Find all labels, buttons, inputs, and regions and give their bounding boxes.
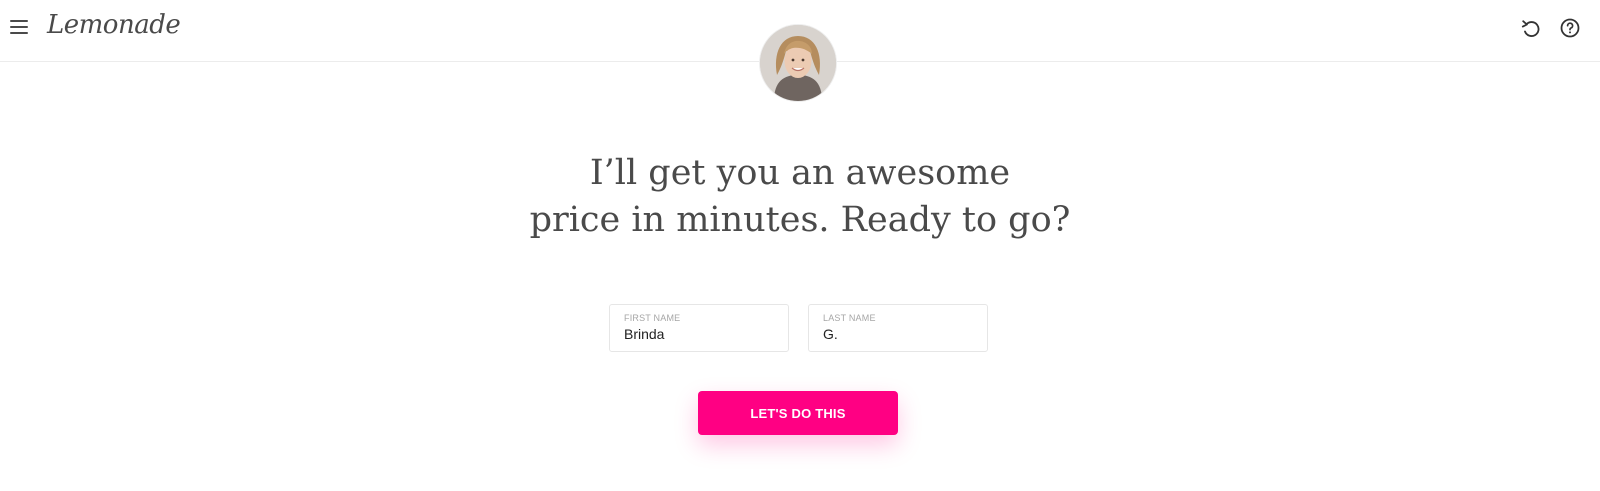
lemonade-logo[interactable]: Lemonade (47, 10, 181, 40)
last-name-input[interactable] (823, 326, 973, 342)
first-name-input[interactable] (624, 326, 774, 342)
headline: I’ll get you an awesome price in minutes… (500, 150, 1100, 244)
headline-line-2: price in minutes. Ready to go? (529, 200, 1071, 240)
help-circle-icon[interactable] (1558, 16, 1582, 40)
first-name-label: FIRST NAME (624, 313, 681, 323)
lets-do-this-button[interactable]: LET'S DO THIS (698, 391, 898, 435)
assistant-avatar (760, 25, 836, 101)
undo-icon[interactable] (1519, 16, 1543, 40)
hamburger-menu-icon[interactable] (10, 20, 28, 36)
last-name-field[interactable]: LAST NAME (808, 304, 988, 352)
last-name-label: LAST NAME (823, 313, 876, 323)
headline-line-1: I’ll get you an awesome (589, 153, 1011, 193)
first-name-field[interactable]: FIRST NAME (609, 304, 789, 352)
